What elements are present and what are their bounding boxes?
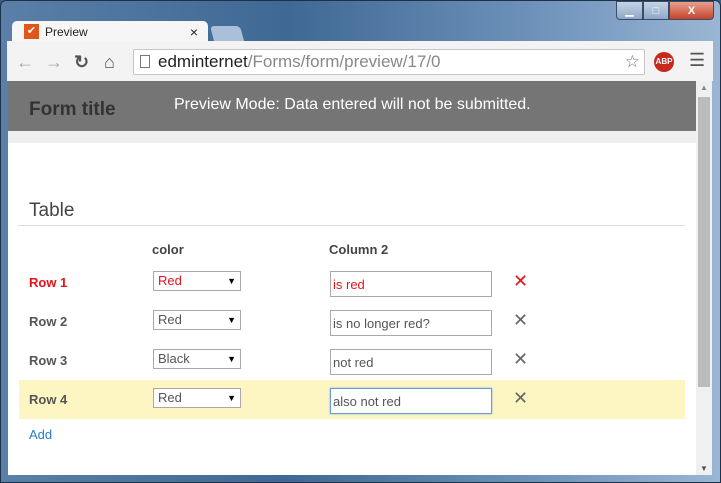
delete-row-icon[interactable]: ✕ xyxy=(513,310,528,331)
adblock-icon[interactable]: ABP xyxy=(654,52,674,72)
header-divider xyxy=(8,131,696,143)
maximize-button[interactable]: □ xyxy=(643,1,669,20)
page-content: Form title Preview Mode: Data entered wi… xyxy=(8,81,696,475)
delete-row-icon[interactable]: ✕ xyxy=(513,271,528,292)
row-label: Row 2 xyxy=(29,314,68,329)
reload-icon[interactable]: ↻ xyxy=(74,52,89,73)
new-tab-button[interactable] xyxy=(209,26,245,41)
delete-row-icon[interactable]: ✕ xyxy=(513,388,528,409)
color-select[interactable]: Black ▼ xyxy=(153,349,241,369)
page-icon xyxy=(140,55,150,68)
column2-input[interactable]: not red xyxy=(330,349,492,375)
scrollbar-thumb[interactable] xyxy=(698,97,710,387)
column2-input[interactable]: is no longer red? xyxy=(330,310,492,336)
minimize-button[interactable]: ▁ xyxy=(616,1,643,20)
close-window-button[interactable]: X xyxy=(669,1,714,20)
row-label: Row 3 xyxy=(29,353,68,368)
scroll-up-icon[interactable]: ▲ xyxy=(700,83,708,92)
preview-notice: Preview Mode: Data entered will not be s… xyxy=(174,96,531,113)
close-tab-icon[interactable]: × xyxy=(190,24,198,40)
favicon-check-icon: ✔ xyxy=(24,24,39,39)
column2-input[interactable]: also not red xyxy=(330,388,492,414)
color-select[interactable]: Red ▼ xyxy=(153,388,241,408)
back-icon[interactable]: ← xyxy=(16,52,34,73)
row-label: Row 4 xyxy=(29,392,68,407)
home-icon[interactable]: ⌂ xyxy=(104,52,115,73)
row-label: Row 1 xyxy=(29,275,68,290)
section-divider xyxy=(18,225,685,226)
delete-row-icon[interactable]: ✕ xyxy=(513,349,528,370)
scrollbar[interactable]: ▲ ▼ xyxy=(696,81,712,475)
color-select[interactable]: Red ▼ xyxy=(153,271,241,291)
column-header-color: color xyxy=(152,242,184,257)
preview-header: Form title Preview Mode: Data entered wi… xyxy=(8,81,696,131)
forward-icon[interactable]: → xyxy=(45,52,63,73)
section-title: Table xyxy=(29,200,75,221)
color-select[interactable]: Red ▼ xyxy=(153,310,241,330)
address-bar[interactable]: edminternet/Forms/form/preview/17/0 ☆ xyxy=(133,49,645,75)
column2-input[interactable]: is red xyxy=(330,271,492,297)
form-title: Form title xyxy=(29,99,116,120)
tab-preview[interactable]: ✔ Preview × xyxy=(12,21,208,42)
bookmark-star-icon[interactable]: ☆ xyxy=(625,50,640,74)
scroll-down-icon[interactable]: ▼ xyxy=(700,464,708,473)
column-header-2: Column 2 xyxy=(329,242,389,257)
add-link[interactable]: Add xyxy=(29,427,52,442)
menu-icon[interactable]: ☰ xyxy=(689,50,705,71)
tab-title: Preview xyxy=(45,24,88,39)
